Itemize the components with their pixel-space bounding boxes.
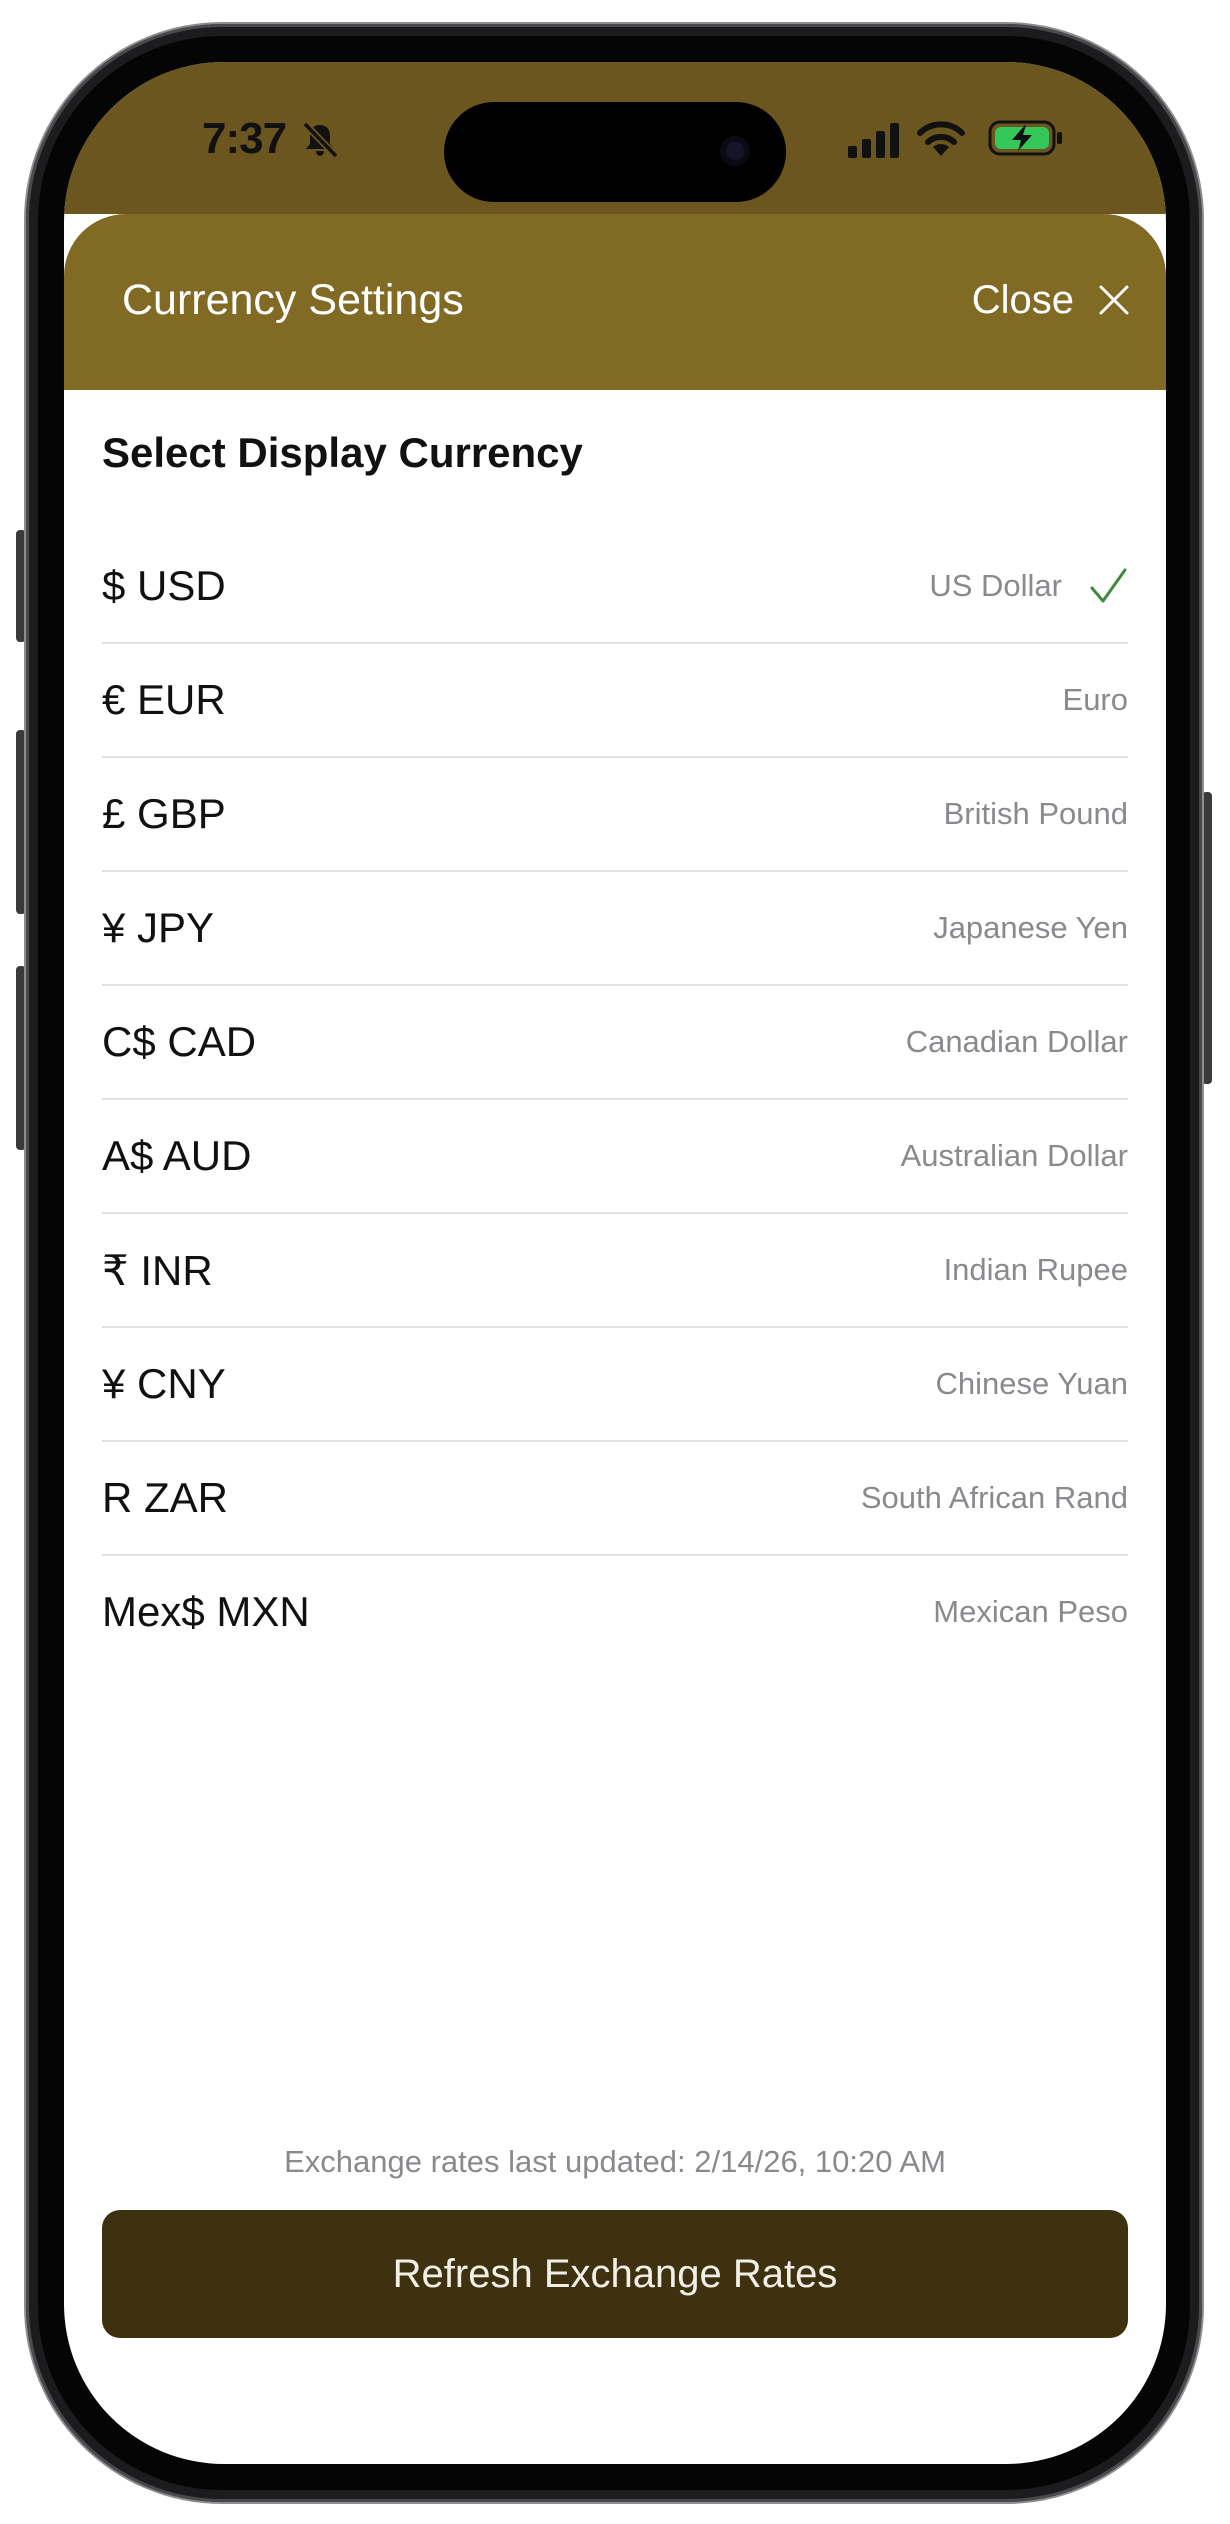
currency-name: Euro — [1062, 682, 1128, 717]
close-label: Close — [971, 277, 1074, 322]
sheet-header: Currency Settings Close — [64, 214, 1166, 390]
currency-name: Canadian Dollar — [905, 1024, 1128, 1059]
front-camera — [720, 136, 750, 166]
currency-row-jpy[interactable]: ¥ JPY Japanese Yen — [102, 872, 1128, 986]
page: 7:37 Currency Settings Close Select Disp… — [0, 0, 1230, 2524]
currency-code: R ZAR — [102, 1474, 228, 1521]
bell-slash-icon — [302, 121, 339, 159]
volume-up-button — [16, 730, 26, 914]
currency-name: Mexican Peso — [933, 1594, 1128, 1629]
currency-name: Japanese Yen — [933, 910, 1128, 945]
currency-code: A$ AUD — [102, 1132, 252, 1179]
screen: 7:37 Currency Settings Close Select Disp… — [64, 62, 1166, 2464]
currency-row-usd[interactable]: $ USD US Dollar — [102, 530, 1128, 644]
action-button — [16, 530, 26, 642]
currency-name: Chinese Yuan — [935, 1366, 1128, 1401]
currency-list: $ USD US Dollar € EUR Euro £ GBP British… — [102, 530, 1128, 1668]
currency-row-eur[interactable]: € EUR Euro — [102, 644, 1128, 758]
status-bar: 7:37 — [64, 62, 1166, 214]
battery-charging-icon — [988, 120, 1062, 156]
currency-row-aud[interactable]: A$ AUD Australian Dollar — [102, 1100, 1128, 1214]
currency-right: US Dollar — [929, 566, 1128, 606]
currency-row-cad[interactable]: C$ CAD Canadian Dollar — [102, 986, 1128, 1100]
sheet-title: Currency Settings — [122, 276, 464, 324]
currency-code: $ USD — [102, 562, 226, 609]
currency-name: British Pound — [943, 796, 1128, 831]
currency-code: ₹ INR — [102, 1246, 213, 1294]
currency-name: Indian Rupee — [943, 1252, 1128, 1287]
currency-code: £ GBP — [102, 790, 226, 837]
currency-code: C$ CAD — [102, 1018, 257, 1065]
currency-row-zar[interactable]: R ZAR South African Rand — [102, 1442, 1128, 1556]
currency-name: South African Rand — [860, 1480, 1128, 1515]
wifi-icon — [917, 121, 965, 156]
section-title: Select Display Currency — [102, 429, 583, 476]
cellular-signal-icon — [848, 123, 899, 158]
volume-down-button — [16, 966, 26, 1150]
checkmark-icon — [1090, 568, 1127, 603]
currency-name: US Dollar — [929, 568, 1062, 603]
currency-row-gbp[interactable]: £ GBP British Pound — [102, 758, 1128, 872]
dynamic-island — [444, 102, 786, 202]
close-button[interactable]: Close — [972, 270, 1130, 330]
currency-row-inr[interactable]: ₹ INR Indian Rupee — [102, 1214, 1128, 1328]
exchange-rates-updated-text: Exchange rates last updated: 2/14/26, 10… — [284, 2144, 946, 2179]
currency-code: ¥ CNY — [102, 1360, 226, 1407]
close-icon — [1099, 285, 1129, 315]
status-time: 7:37 — [202, 114, 287, 163]
currency-code: € EUR — [102, 676, 226, 723]
currency-row-cny[interactable]: ¥ CNY Chinese Yuan — [102, 1328, 1128, 1442]
currency-code: Mex$ MXN — [102, 1588, 310, 1635]
power-button — [1202, 792, 1212, 1084]
currency-name: Australian Dollar — [900, 1138, 1128, 1173]
currency-code: ¥ JPY — [102, 904, 215, 951]
currency-row-mxn[interactable]: Mex$ MXN Mexican Peso — [102, 1556, 1128, 1668]
refresh-exchange-rates-button[interactable]: Refresh Exchange Rates — [102, 2210, 1128, 2338]
